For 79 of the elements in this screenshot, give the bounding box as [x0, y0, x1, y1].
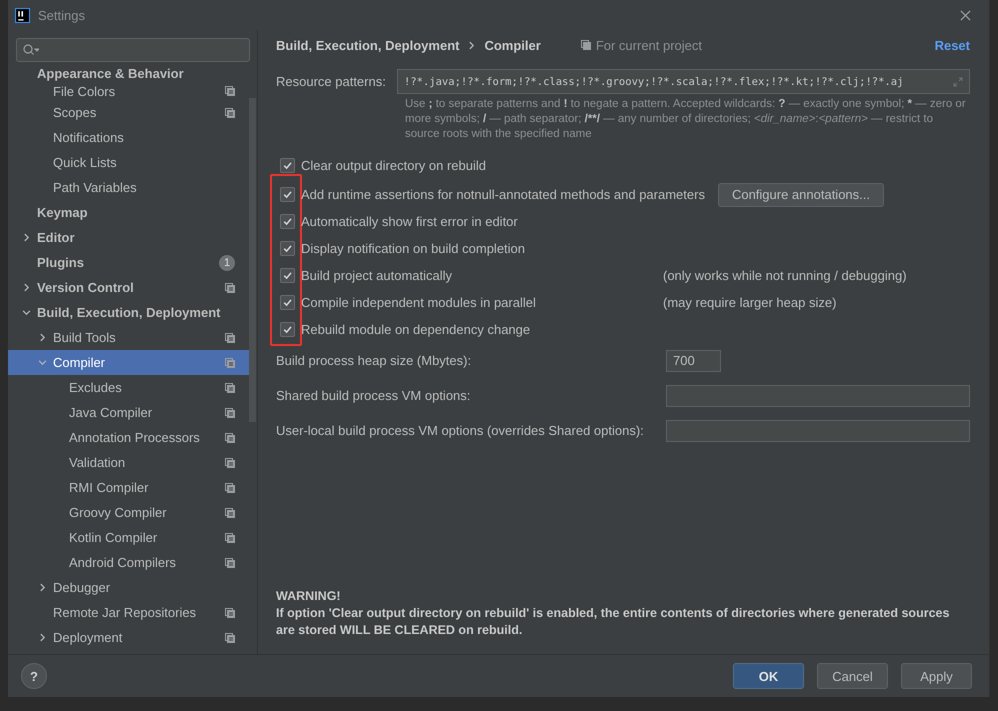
tree-item[interactable]: Remote Jar Repositories	[8, 600, 249, 625]
copy-icon	[580, 40, 591, 50]
chevron-right-icon[interactable]	[22, 233, 31, 242]
tree-item[interactable]: Groovy Compiler	[8, 500, 249, 525]
tree-item[interactable]: Scopes	[8, 100, 249, 125]
input-field[interactable]	[666, 420, 970, 442]
check-icon	[282, 243, 293, 254]
chevron-right-icon[interactable]	[22, 283, 31, 292]
checkbox-label[interactable]: Display notification on build completion	[301, 241, 526, 256]
checkbox[interactable]	[280, 322, 295, 337]
check-icon	[282, 160, 293, 170]
checkbox[interactable]	[280, 295, 295, 310]
checkbox[interactable]	[280, 268, 295, 283]
search-icon	[23, 44, 39, 56]
tree-item[interactable]: Keymap	[8, 200, 249, 225]
tree-item[interactable]: Build Tools	[8, 325, 249, 350]
help-button[interactable]: ?	[21, 663, 47, 689]
resource-patterns-field[interactable]: !?*.java;!?*.form;!?*.class;!?*.groovy;!?*.scala;!?*.flex;!?*.kt;!?*.clj;!?*.aj	[397, 69, 970, 94]
configure-button[interactable]: Configure annotations...	[718, 182, 884, 206]
chevron-down-icon[interactable]	[22, 308, 31, 317]
check-icon	[282, 189, 293, 200]
checkbox[interactable]	[280, 241, 295, 256]
close-icon[interactable]	[960, 10, 971, 20]
dialog-button[interactable]: Cancel	[817, 663, 888, 689]
field-label: User-local build process VM options (overrides Shared options):	[276, 423, 645, 438]
input-field[interactable]: 700	[666, 350, 721, 372]
check-icon	[282, 216, 293, 227]
breadcrumb-item: Compiler	[484, 38, 541, 52]
check-icon	[282, 297, 293, 308]
tree-item[interactable]: Validation	[8, 450, 249, 475]
tree-item[interactable]: Java Compiler	[8, 400, 249, 425]
checkbox-label[interactable]: Clear output directory on rebuild	[301, 158, 486, 172]
tree-item[interactable]: Debugger	[8, 575, 249, 600]
window-title: Settings	[38, 8, 85, 22]
tree-item[interactable]: Build, Execution, Deployment	[8, 300, 249, 325]
hint-text: Use ; to separate patterns and ! to negate a pattern. Accepted wildcards: ? — exactly one symbol; * — zero or more symbols; / — path separator; /**/ — any number of directories; <dir_name>:<pattern> — restrict to source roots with the specified name	[405, 97, 967, 142]
tree-item[interactable]: File Colors	[8, 82, 249, 100]
tree-item[interactable]: Plugins 1	[8, 250, 249, 275]
chevron-right-icon[interactable]	[38, 633, 47, 642]
chevron-right-icon	[468, 40, 476, 50]
checkbox[interactable]	[280, 214, 295, 229]
reset-link[interactable]: Reset	[934, 38, 970, 52]
tree-item[interactable]: Android Compilers	[8, 550, 249, 575]
checkbox[interactable]	[280, 158, 295, 172]
chevron-right-icon[interactable]	[38, 333, 47, 342]
check-icon	[282, 324, 293, 335]
chevron-right-icon[interactable]	[38, 583, 47, 592]
checkbox-label[interactable]: Rebuild module on dependency change	[301, 322, 530, 337]
checkbox[interactable]	[280, 187, 295, 202]
tree-item[interactable]: Path Variables	[8, 175, 249, 200]
note-text: (only works while not running / debugging)	[663, 268, 907, 283]
field-label: Resource patterns:	[276, 74, 387, 89]
scope-label: For current project	[596, 38, 702, 52]
tree-item[interactable]: RMI Compiler	[8, 475, 249, 500]
check-icon	[282, 270, 293, 281]
input-field[interactable]	[666, 384, 970, 406]
dialog-button[interactable]: OK	[733, 663, 804, 689]
warning-text: If option 'Clear output directory on rebuild' is enabled, the entire contents of directories where generated sources are stored WILL BE CLEARED on rebuild.	[276, 605, 950, 639]
count-badge: 1	[219, 254, 235, 270]
app-logo-icon	[15, 8, 30, 22]
breadcrumb-item: Build, Execution, Deployment	[276, 38, 460, 52]
scrollbar[interactable]	[249, 98, 256, 422]
tree-item[interactable]: Editor	[8, 225, 249, 250]
dialog-button[interactable]: Apply	[901, 663, 972, 689]
tree-item[interactable]: Compiler	[8, 350, 249, 375]
search-field[interactable]	[16, 38, 250, 62]
field-label: Build process heap size (Mbytes):	[276, 353, 472, 368]
tree-item[interactable]: Annotation Processors	[8, 425, 249, 450]
tree-item[interactable]: Excludes	[8, 375, 249, 400]
note-text: (may require larger heap size)	[663, 295, 836, 310]
tree-item[interactable]: Version Control	[8, 275, 249, 300]
tree-item[interactable]: Notifications	[8, 125, 249, 150]
field-label: Shared build process VM options:	[276, 388, 472, 403]
tree-item[interactable]: Kotlin Compiler	[8, 525, 249, 550]
checkbox-label[interactable]: Build project automatically	[301, 268, 452, 283]
tree-item[interactable]: Quick Lists	[8, 150, 249, 175]
tree-item[interactable]: Appearance & Behavior	[8, 64, 249, 82]
tree-item[interactable]: Deployment	[8, 625, 249, 650]
warning-title: WARNING!	[276, 588, 342, 605]
